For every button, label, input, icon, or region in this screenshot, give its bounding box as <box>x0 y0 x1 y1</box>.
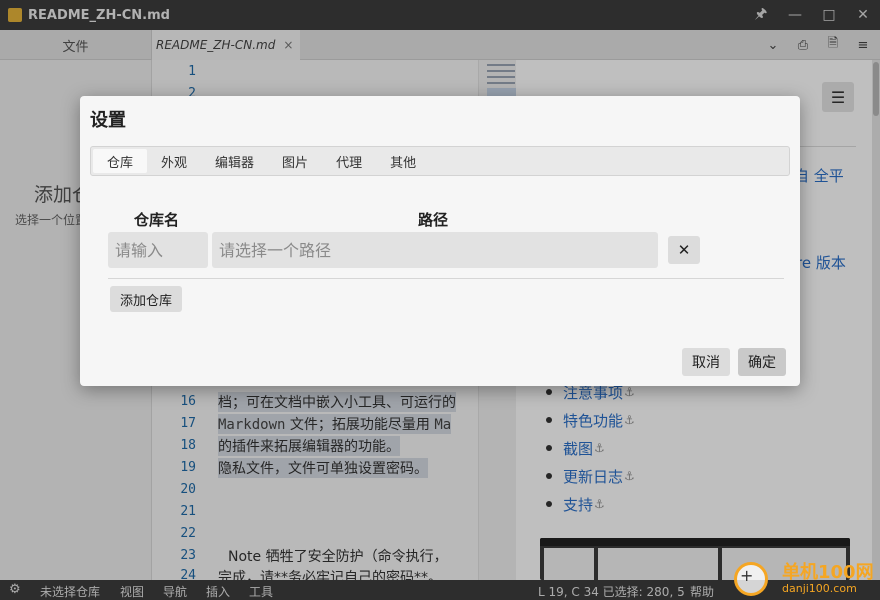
ok-button[interactable]: 确定 <box>738 348 786 376</box>
remove-repo-button[interactable]: ✕ <box>668 236 700 264</box>
repo-path-header: 路径 <box>418 211 449 229</box>
cancel-button[interactable]: 取消 <box>682 348 730 376</box>
repo-name-header: 仓库名 <box>134 211 180 229</box>
repo-name-input[interactable] <box>108 232 208 268</box>
tab-repository[interactable]: 仓库 <box>93 149 148 173</box>
repo-path-input[interactable] <box>212 232 658 268</box>
tab-appearance[interactable]: 外观 <box>147 149 201 173</box>
dialog-title: 设置 <box>90 110 126 131</box>
settings-dialog: 设置 仓库 外观 编辑器 图片 代理 其他 仓库名 路径 ✕ 添加仓库 取消 确… <box>80 96 800 386</box>
watermark-url: danji100.com <box>782 582 857 595</box>
settings-tabs: 仓库 外观 编辑器 图片 代理 其他 <box>90 146 790 176</box>
tab-proxy[interactable]: 代理 <box>322 149 376 173</box>
tab-editor[interactable]: 编辑器 <box>201 149 268 173</box>
watermark-text: 单机100网 <box>782 562 874 583</box>
divider <box>108 278 784 279</box>
tab-other[interactable]: 其他 <box>376 149 430 173</box>
add-repo-button[interactable]: 添加仓库 <box>110 286 183 312</box>
watermark: + 单机100网 danji100.com <box>730 556 880 600</box>
tab-images[interactable]: 图片 <box>268 149 322 173</box>
plus-icon: + <box>740 566 754 585</box>
